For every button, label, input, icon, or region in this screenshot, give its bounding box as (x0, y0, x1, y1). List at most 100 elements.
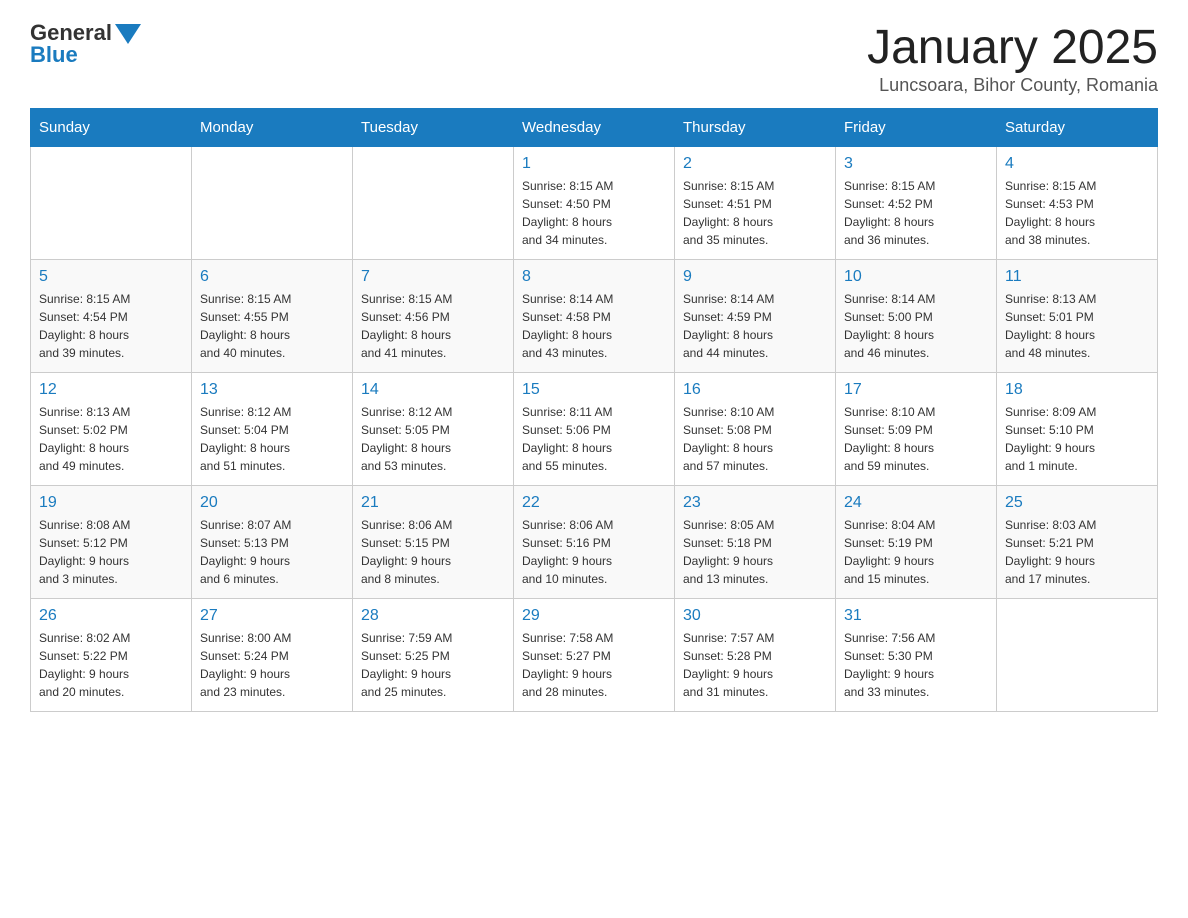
day-info: Sunrise: 8:13 AM Sunset: 5:01 PM Dayligh… (1005, 290, 1149, 362)
day-cell: 16Sunrise: 8:10 AM Sunset: 5:08 PM Dayli… (675, 373, 836, 486)
day-number: 7 (361, 268, 505, 286)
day-cell: 9 Sunrise: 8:14 AM Sunset: 4:59 PM Daylig… (675, 260, 836, 373)
day-info: Sunrise: 8:02 AM Sunset: 5:22 PM Dayligh… (39, 629, 183, 701)
day-info: Sunrise: 8:15 AM Sunset: 4:53 PM Dayligh… (1005, 177, 1149, 249)
day-cell: 23 Sunrise: 8:05 AM Sunset: 5:18 PM Dayli… (675, 486, 836, 599)
day-cell (353, 147, 514, 260)
day-cell: 28 Sunrise: 7:59 AM Sunset: 5:25 PM Dayli… (353, 599, 514, 712)
day-header-tuesday: Tuesday (353, 109, 514, 147)
day-header-saturday: Saturday (997, 109, 1158, 147)
day-number: 22 (522, 494, 666, 512)
day-info: Sunrise: 8:13 AM Sunset: 5:02 PM Dayligh… (39, 403, 183, 475)
day-cell: 11 Sunrise: 8:13 AM Sunset: 5:01 PM Dayli… (997, 260, 1158, 373)
day-header-wednesday: Wednesday (514, 109, 675, 147)
day-info: Sunrise: 8:07 AM Sunset: 5:13 PM Dayligh… (200, 516, 344, 588)
day-info: Sunrise: 7:57 AM Sunset: 5:28 PM Dayligh… (683, 629, 827, 701)
day-number: 24 (844, 494, 988, 512)
day-info: Sunrise: 7:56 AM Sunset: 5:30 PM Dayligh… (844, 629, 988, 701)
day-number: 17 (844, 381, 988, 399)
calendar-location: Luncsoara, Bihor County, Romania (867, 75, 1158, 96)
day-number: 21 (361, 494, 505, 512)
day-number: 23 (683, 494, 827, 512)
day-number: 5 (39, 268, 183, 286)
week-row-2: 5 Sunrise: 8:15 AM Sunset: 4:54 PM Daylig… (31, 260, 1158, 373)
day-info: Sunrise: 7:58 AM Sunset: 5:27 PM Dayligh… (522, 629, 666, 701)
day-cell: 27 Sunrise: 8:00 AM Sunset: 5:24 PM Dayli… (192, 599, 353, 712)
day-number: 27 (200, 607, 344, 625)
day-info: Sunrise: 8:10 AM Sunset: 5:09 PM Dayligh… (844, 403, 988, 475)
day-info: Sunrise: 8:12 AM Sunset: 5:05 PM Dayligh… (361, 403, 505, 475)
day-info: Sunrise: 7:59 AM Sunset: 5:25 PM Dayligh… (361, 629, 505, 701)
day-number: 4 (1005, 155, 1149, 173)
day-number: 14 (361, 381, 505, 399)
day-cell: 8 Sunrise: 8:14 AM Sunset: 4:58 PM Daylig… (514, 260, 675, 373)
day-info: Sunrise: 8:10 AM Sunset: 5:08 PM Dayligh… (683, 403, 827, 475)
day-info: Sunrise: 8:14 AM Sunset: 5:00 PM Dayligh… (844, 290, 988, 362)
day-header-sunday: Sunday (31, 109, 192, 147)
day-number: 26 (39, 607, 183, 625)
calendar-title: January 2025 (867, 20, 1158, 75)
day-number: 12 (39, 381, 183, 399)
day-info: Sunrise: 8:05 AM Sunset: 5:18 PM Dayligh… (683, 516, 827, 588)
day-cell: 1 Sunrise: 8:15 AM Sunset: 4:50 PM Daylig… (514, 147, 675, 260)
day-cell: 30 Sunrise: 7:57 AM Sunset: 5:28 PM Dayli… (675, 599, 836, 712)
day-info: Sunrise: 8:08 AM Sunset: 5:12 PM Dayligh… (39, 516, 183, 588)
logo-container: General Blue (30, 20, 141, 68)
day-info: Sunrise: 8:14 AM Sunset: 4:59 PM Dayligh… (683, 290, 827, 362)
day-number: 8 (522, 268, 666, 286)
day-info: Sunrise: 8:11 AM Sunset: 5:06 PM Dayligh… (522, 403, 666, 475)
day-number: 28 (361, 607, 505, 625)
day-cell: 31 Sunrise: 7:56 AM Sunset: 5:30 PM Dayli… (836, 599, 997, 712)
day-info: Sunrise: 8:06 AM Sunset: 5:15 PM Dayligh… (361, 516, 505, 588)
day-number: 25 (1005, 494, 1149, 512)
day-cell (31, 147, 192, 260)
day-cell: 10 Sunrise: 8:14 AM Sunset: 5:00 PM Dayli… (836, 260, 997, 373)
day-info: Sunrise: 8:15 AM Sunset: 4:54 PM Dayligh… (39, 290, 183, 362)
day-number: 30 (683, 607, 827, 625)
day-info: Sunrise: 8:15 AM Sunset: 4:50 PM Dayligh… (522, 177, 666, 249)
day-number: 31 (844, 607, 988, 625)
day-cell: 26 Sunrise: 8:02 AM Sunset: 5:22 PM Dayli… (31, 599, 192, 712)
day-number: 10 (844, 268, 988, 286)
day-number: 1 (522, 155, 666, 173)
day-cell: 25Sunrise: 8:03 AM Sunset: 5:21 PM Dayli… (997, 486, 1158, 599)
day-cell: 5 Sunrise: 8:15 AM Sunset: 4:54 PM Daylig… (31, 260, 192, 373)
day-cell: 29 Sunrise: 7:58 AM Sunset: 5:27 PM Dayli… (514, 599, 675, 712)
day-cell: 21 Sunrise: 8:06 AM Sunset: 5:15 PM Dayli… (353, 486, 514, 599)
week-row-3: 12 Sunrise: 8:13 AM Sunset: 5:02 PM Dayli… (31, 373, 1158, 486)
day-number: 19 (39, 494, 183, 512)
day-cell: 13Sunrise: 8:12 AM Sunset: 5:04 PM Dayli… (192, 373, 353, 486)
day-info: Sunrise: 8:15 AM Sunset: 4:51 PM Dayligh… (683, 177, 827, 249)
calendar-table: SundayMondayTuesdayWednesdayThursdayFrid… (30, 108, 1158, 712)
day-info: Sunrise: 8:06 AM Sunset: 5:16 PM Dayligh… (522, 516, 666, 588)
day-info: Sunrise: 8:12 AM Sunset: 5:04 PM Dayligh… (200, 403, 344, 475)
week-row-5: 26 Sunrise: 8:02 AM Sunset: 5:22 PM Dayli… (31, 599, 1158, 712)
day-info: Sunrise: 8:15 AM Sunset: 4:56 PM Dayligh… (361, 290, 505, 362)
day-cell: 17 Sunrise: 8:10 AM Sunset: 5:09 PM Dayli… (836, 373, 997, 486)
day-cell: 3Sunrise: 8:15 AM Sunset: 4:52 PM Daylig… (836, 147, 997, 260)
day-cell: 14 Sunrise: 8:12 AM Sunset: 5:05 PM Dayli… (353, 373, 514, 486)
day-number: 20 (200, 494, 344, 512)
day-cell: 24 Sunrise: 8:04 AM Sunset: 5:19 PM Dayli… (836, 486, 997, 599)
day-info: Sunrise: 8:04 AM Sunset: 5:19 PM Dayligh… (844, 516, 988, 588)
day-cell: 4 Sunrise: 8:15 AM Sunset: 4:53 PM Daylig… (997, 147, 1158, 260)
day-number: 29 (522, 607, 666, 625)
day-number: 9 (683, 268, 827, 286)
day-number: 6 (200, 268, 344, 286)
day-info: Sunrise: 8:00 AM Sunset: 5:24 PM Dayligh… (200, 629, 344, 701)
day-cell: 19 Sunrise: 8:08 AM Sunset: 5:12 PM Dayli… (31, 486, 192, 599)
week-row-1: 1 Sunrise: 8:15 AM Sunset: 4:50 PM Daylig… (31, 147, 1158, 260)
day-cell: 20 Sunrise: 8:07 AM Sunset: 5:13 PM Dayli… (192, 486, 353, 599)
day-info: Sunrise: 8:14 AM Sunset: 4:58 PM Dayligh… (522, 290, 666, 362)
day-cell: 15Sunrise: 8:11 AM Sunset: 5:06 PM Dayli… (514, 373, 675, 486)
day-number: 2 (683, 155, 827, 173)
day-cell: 7 Sunrise: 8:15 AM Sunset: 4:56 PM Daylig… (353, 260, 514, 373)
day-number: 18 (1005, 381, 1149, 399)
day-cell: 22 Sunrise: 8:06 AM Sunset: 5:16 PM Dayli… (514, 486, 675, 599)
right-header: January 2025 Luncsoara, Bihor County, Ro… (867, 20, 1158, 96)
day-number: 11 (1005, 268, 1149, 286)
logo-triangle-icon (115, 24, 141, 44)
day-cell: 6Sunrise: 8:15 AM Sunset: 4:55 PM Daylig… (192, 260, 353, 373)
day-cell (997, 599, 1158, 712)
day-cell: 18Sunrise: 8:09 AM Sunset: 5:10 PM Dayli… (997, 373, 1158, 486)
